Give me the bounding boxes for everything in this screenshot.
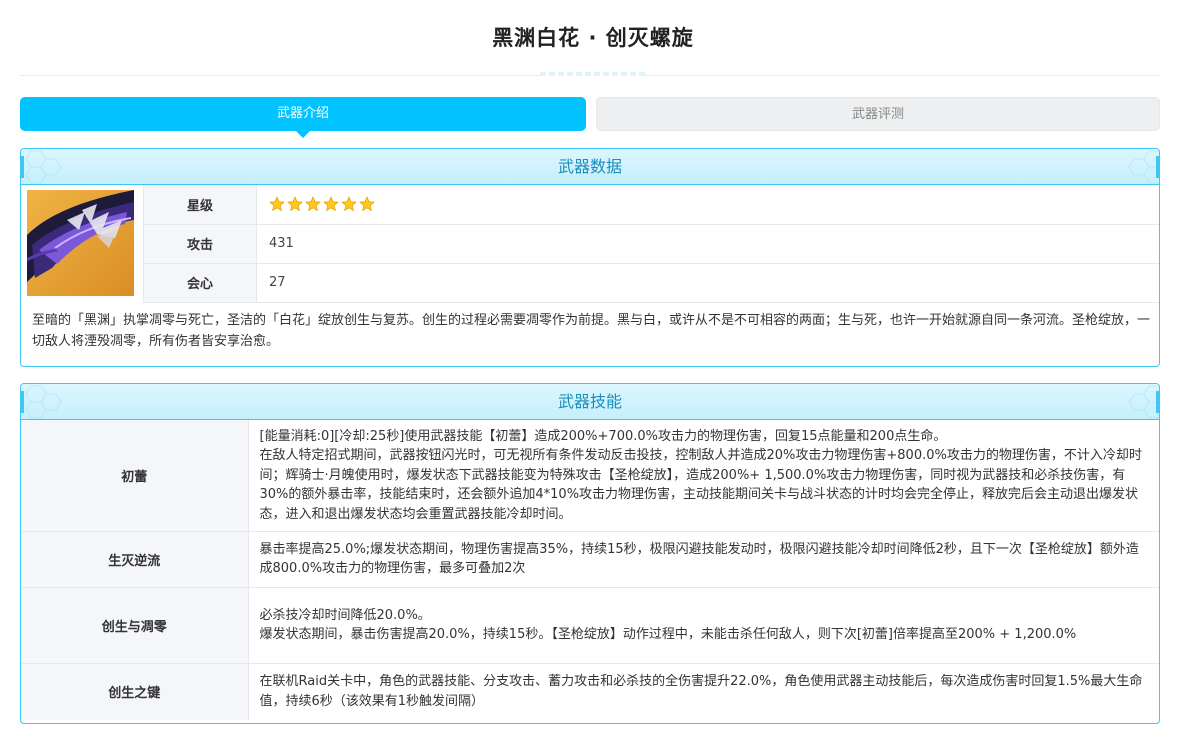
- header-edge-right: [1156, 391, 1159, 413]
- hexagon-pattern-icon: [25, 385, 62, 419]
- weapon-skills-panel: 武器技能 初蕾 [能量消耗:0][冷却:25秒]使用武器技能【初蕾】造成200%…: [20, 383, 1160, 724]
- hexagon-pattern-icon: [25, 150, 62, 184]
- skill-line: 在联机Raid关卡中，角色的武器技能、分支攻击、蓄力攻击和必杀技的全伤害提升22…: [259, 674, 1143, 709]
- skill-name: 生灭逆流: [21, 531, 249, 588]
- stat-row-attack: 攻击 431: [143, 224, 1159, 264]
- skill-name: 创生与凋零: [21, 587, 249, 664]
- skill-table: 初蕾 [能量消耗:0][冷却:25秒]使用武器技能【初蕾】造成200%+700.…: [21, 420, 1159, 720]
- tab-bar: 武器介绍 武器评测: [20, 97, 1160, 138]
- skill-description: 必杀技冷却时间降低20.0%。 爆发状态期间，暴击伤害提高20.0%，持续15秒…: [248, 587, 1159, 664]
- hexagon-pattern-icon: [1128, 150, 1159, 184]
- skill-row: 生灭逆流 暴击率提高25.0%;爆发状态期间，物理伤害提高35%，持续15秒，极…: [21, 531, 1159, 588]
- skill-description: 暴击率提高25.0%;爆发状态期间，物理伤害提高35%，持续15秒，极限闪避技能…: [248, 531, 1159, 588]
- page-title: 黑渊白花 · 创灭螺旋: [492, 26, 694, 50]
- header-edge-left: [21, 156, 24, 178]
- skill-row: 创生与凋零 必杀技冷却时间降低20.0%。 爆发状态期间，暴击伤害提高20.0%…: [21, 587, 1159, 664]
- skill-line: [能量消耗:0][冷却:25秒]使用武器技能【初蕾】造成200%+700.0%攻…: [259, 428, 947, 444]
- weapon-data-header: 武器数据: [21, 149, 1159, 185]
- hexagon-pattern-icon: [1128, 385, 1159, 419]
- weapon-skills-title: 武器技能: [557, 392, 622, 411]
- skill-description: 在联机Raid关卡中，角色的武器技能、分支攻击、蓄力攻击和必杀技的全伤害提升22…: [248, 663, 1159, 720]
- weapon-data-body: 星级 攻击 431 会心 27 至暗的「黑渊」执掌凋零与死亡，圣洁的「白花」绽放…: [21, 185, 1159, 349]
- weapon-description: 至暗的「黑渊」执掌凋零与死亡，圣洁的「白花」绽放创生与复苏。创生的过程必需要凋零…: [32, 313, 1151, 349]
- skill-row: 创生之键 在联机Raid关卡中，角色的武器技能、分支攻击、蓄力攻击和必杀技的全伤…: [21, 663, 1159, 720]
- stat-row-crit: 会心 27: [143, 263, 1159, 303]
- stat-label-attack: 攻击: [143, 224, 257, 264]
- stat-value-rarity: [256, 185, 1159, 225]
- star-icon: [341, 196, 357, 212]
- tab-weapon-review[interactable]: 武器评测: [596, 97, 1160, 131]
- stat-row-rarity: 星级: [143, 185, 1159, 225]
- star-icon: [269, 196, 285, 212]
- weapon-illustration-icon: [27, 190, 134, 296]
- weapon-stat-table: 星级 攻击 431 会心 27: [143, 185, 1159, 303]
- skill-name: 创生之键: [21, 663, 249, 720]
- title-divider-accent: [540, 72, 646, 76]
- weapon-skills-header: 武器技能: [21, 384, 1159, 420]
- weapon-data-panel: 武器数据 星级 攻击 431 会心 27 至暗的「黑渊」执掌凋零与死亡，圣洁的「…: [20, 148, 1160, 367]
- star-icon: [359, 196, 375, 212]
- star-icon: [287, 196, 303, 212]
- skill-description: [能量消耗:0][冷却:25秒]使用武器技能【初蕾】造成200%+700.0%攻…: [248, 420, 1159, 532]
- stat-value-attack: 431: [256, 224, 1159, 264]
- header-edge-left: [21, 391, 24, 413]
- header-edge-right: [1156, 156, 1159, 178]
- star-icon: [323, 196, 339, 212]
- weapon-image: [27, 190, 134, 296]
- skill-line: 在敌人特定招式期间，武器按钮闪光时，可无视所有条件发动反击投技，控制敌人并造成2…: [259, 448, 1142, 522]
- star-icon: [305, 196, 321, 212]
- weapon-data-title: 武器数据: [557, 157, 622, 176]
- skill-line: 暴击率提高25.0%;爆发状态期间，物理伤害提高35%，持续15秒，极限闪避技能…: [259, 541, 1139, 577]
- stat-label-crit: 会心: [143, 263, 257, 303]
- skill-name: 初蕾: [21, 420, 249, 532]
- skill-line: 爆发状态期间，暴击伤害提高20.0%，持续15秒。【圣枪绽放】动作过程中，未能击…: [259, 627, 1077, 642]
- tab-weapon-intro[interactable]: 武器介绍: [20, 97, 586, 138]
- rarity-stars: [269, 196, 1159, 212]
- stat-value-crit: 27: [256, 263, 1159, 303]
- skill-row: 初蕾 [能量消耗:0][冷却:25秒]使用武器技能【初蕾】造成200%+700.…: [21, 420, 1159, 532]
- skill-line: 必杀技冷却时间降低20.0%。: [259, 607, 431, 623]
- stat-label-rarity: 星级: [143, 185, 257, 225]
